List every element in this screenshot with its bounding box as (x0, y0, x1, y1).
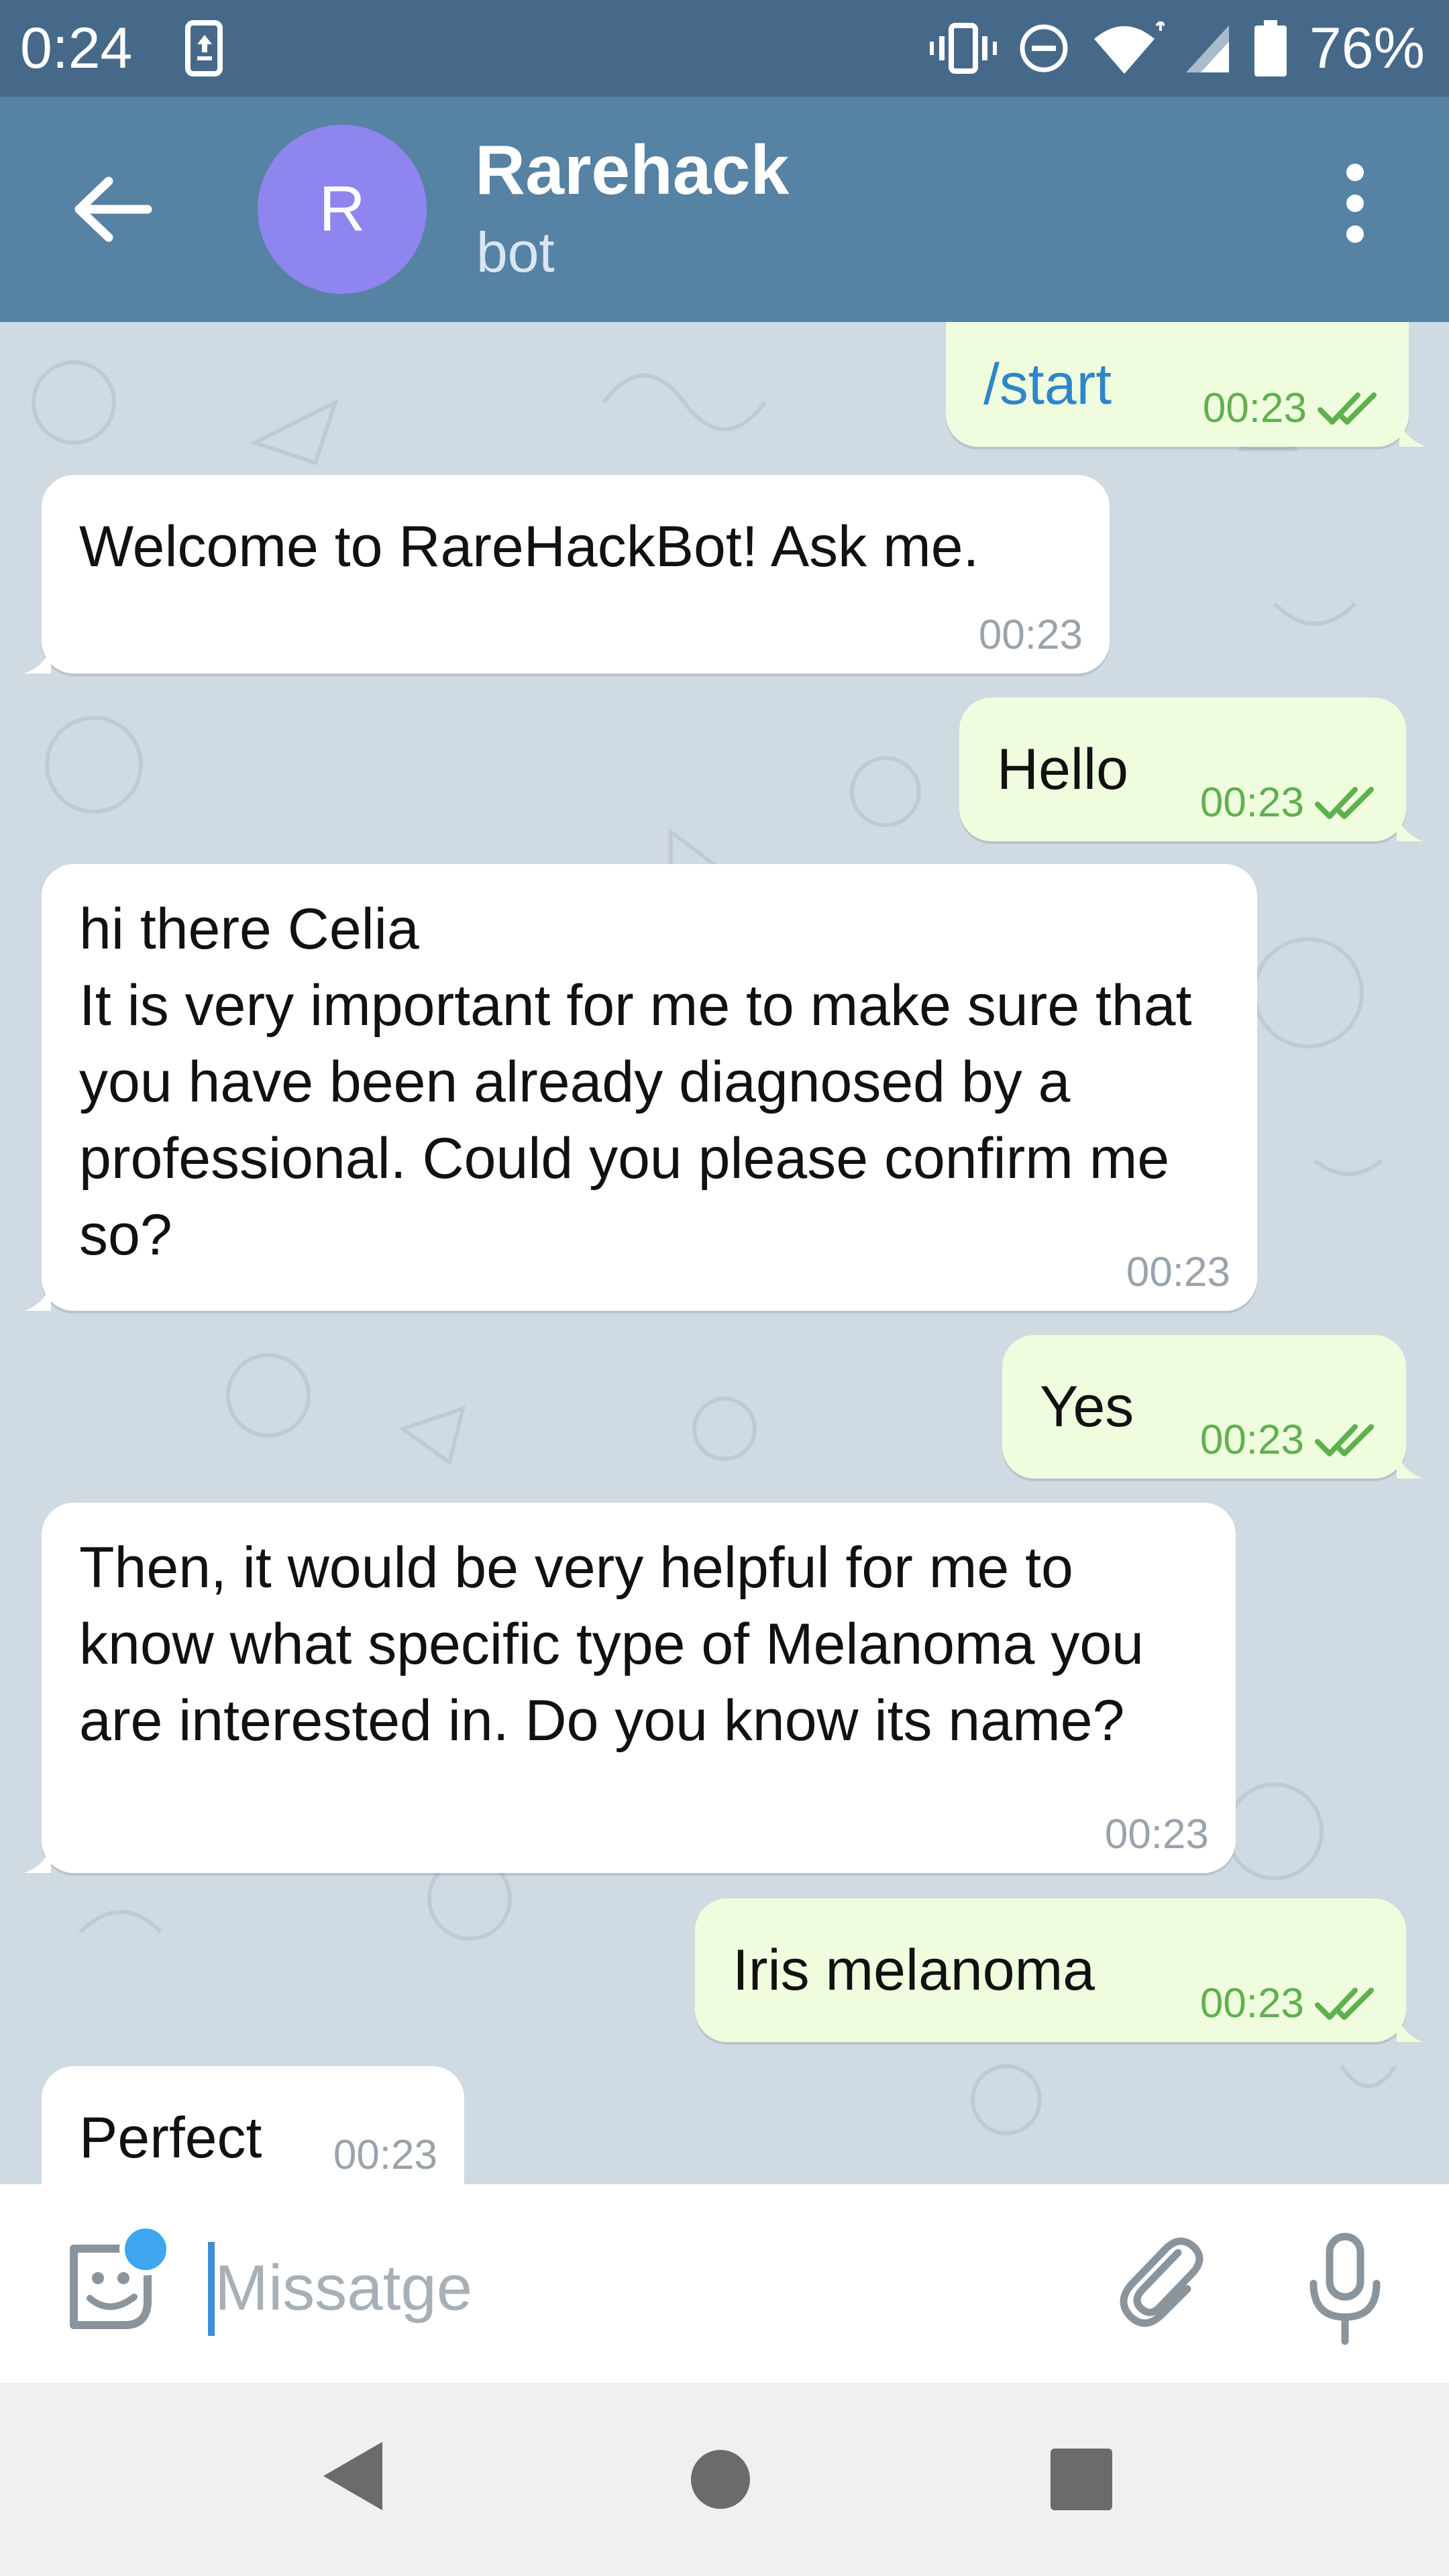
message-time: 00:23 (1202, 385, 1307, 431)
message-list[interactable]: /start 00:23 Welcome to RareHackBot! Ask… (0, 322, 1449, 2184)
text-caret (208, 2242, 215, 2336)
nav-recents-icon[interactable] (1051, 2449, 1112, 2510)
message-time: 00:23 (1199, 1417, 1304, 1463)
chat-title[interactable]: Rarehack (475, 130, 789, 211)
vibrate-icon (929, 23, 997, 74)
message-time: 00:23 (1104, 1811, 1209, 1858)
message-incoming[interactable]: Welcome to RareHackBot! Ask me. 00:23 (24, 475, 1110, 674)
message-input[interactable] (215, 2231, 1053, 2345)
double-check-icon (1315, 1988, 1374, 2020)
message-time: 00:23 (333, 2132, 437, 2178)
message-time: 00:23 (1199, 1980, 1304, 2027)
message-text[interactable]: Iris melanoma (733, 1932, 1095, 2008)
double-check-icon (1315, 787, 1374, 819)
message-incoming[interactable]: Perfect 00:23 (42, 2066, 464, 2184)
more-vert-icon[interactable] (1335, 164, 1375, 258)
message-incoming[interactable]: hi there Celia It is very important for … (24, 864, 1257, 1311)
system-nav-bar (0, 2383, 1449, 2576)
message-text[interactable]: Perfect (79, 2100, 262, 2176)
message-outgoing[interactable]: Iris melanoma 00:23 (695, 1898, 1424, 2042)
message-incoming[interactable]: Then, it would be very helpful for me to… (24, 1503, 1236, 1873)
message-time: 00:23 (1126, 1249, 1230, 1295)
status-icons: 76% (929, 15, 1425, 82)
message-outgoing[interactable]: /start 00:23 (946, 322, 1426, 447)
message-text[interactable]: Yes (1040, 1368, 1134, 1445)
message-text[interactable]: hi there Celia It is very important for … (79, 891, 1233, 1273)
nav-back-icon[interactable] (321, 2439, 388, 2513)
status-time: 0:24 (20, 16, 133, 80)
battery-percent: 76% (1309, 16, 1425, 80)
message-text[interactable]: Welcome to RareHackBot! Ask me. (79, 508, 979, 585)
back-arrow-icon[interactable] (74, 176, 154, 243)
message-outgoing[interactable]: Yes 00:23 (1002, 1335, 1424, 1479)
notification-dot (119, 2223, 172, 2275)
double-check-icon (1318, 392, 1377, 425)
status-bar: 0:24 76% (0, 0, 1449, 97)
avatar[interactable]: R (258, 125, 427, 294)
do-not-disturb-icon (1020, 24, 1068, 72)
message-time: 00:23 (1199, 780, 1304, 826)
chat-subtitle: bot (476, 221, 555, 284)
nav-home-icon[interactable] (691, 2450, 750, 2509)
composer (0, 2184, 1449, 2383)
message-text[interactable]: Then, it would be very helpful for me to… (79, 1529, 1220, 1759)
attach-icon[interactable] (1114, 2233, 1208, 2333)
wifi-icon (1093, 21, 1165, 74)
message-text[interactable]: /start (983, 346, 1112, 423)
message-time: 00:23 (978, 612, 1083, 658)
mic-icon[interactable] (1301, 2231, 1389, 2345)
message-text[interactable]: Hello (997, 731, 1128, 808)
upload-icon (185, 20, 223, 76)
double-check-icon (1315, 1424, 1374, 1456)
signal-icon (1185, 25, 1229, 72)
battery-icon (1254, 20, 1287, 76)
chat-header: R Rarehack bot (0, 97, 1449, 322)
message-outgoing[interactable]: Hello 00:23 (959, 698, 1424, 841)
